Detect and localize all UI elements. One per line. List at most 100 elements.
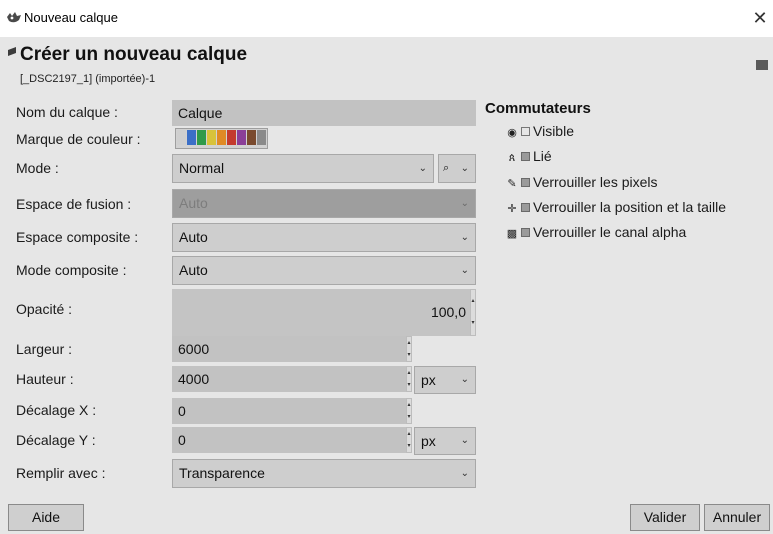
switch-linked[interactable]: ጰ Lié <box>505 148 552 165</box>
spin-up-icon: ▴ <box>407 340 411 346</box>
fill-dropdown[interactable]: Transparence ⌄ <box>172 459 476 488</box>
height-label: Hauteur : <box>16 371 74 387</box>
image-thumbnail <box>756 60 768 70</box>
spin-down-icon: ▾ <box>407 443 411 449</box>
blend-space-label: Espace de fusion : <box>16 196 132 212</box>
width-input[interactable]: 6000 <box>172 336 406 362</box>
ok-button[interactable]: Valider <box>630 504 700 531</box>
mode-group-dropdown[interactable]: ⌕ ⌄ <box>438 154 476 183</box>
opacity-slider[interactable]: 100,0 <box>172 289 470 336</box>
spin-up-icon: ▴ <box>407 370 411 376</box>
blend-space-value: Auto <box>179 195 208 211</box>
spin-down-icon: ▾ <box>471 320 475 326</box>
spin-up-icon: ▴ <box>407 402 411 408</box>
fill-value: Transparence <box>179 465 265 481</box>
composite-space-dropdown[interactable]: Auto ⌄ <box>172 223 476 252</box>
offset-unit-value: px <box>421 433 436 449</box>
composite-mode-dropdown[interactable]: Auto ⌄ <box>172 256 476 285</box>
move-icon: ✛ <box>507 203 517 215</box>
title-bar: Nouveau calque ✕ <box>0 0 773 38</box>
offset-y-input[interactable]: 0 <box>172 427 406 453</box>
spin-up-icon: ▴ <box>471 298 475 304</box>
chevron-down-icon: ⌄ <box>460 198 469 209</box>
offset-x-input[interactable]: 0 <box>172 398 406 424</box>
mode-group-icon: ⌕ <box>443 162 450 174</box>
mode-dropdown[interactable]: Normal ⌄ <box>172 154 434 183</box>
gimp-app-icon <box>7 12 21 23</box>
switches-heading: Commutateurs <box>485 100 591 117</box>
color-swatch-4[interactable] <box>217 130 226 145</box>
chevron-down-icon: ⌄ <box>460 265 469 276</box>
fill-label: Remplir avec : <box>16 465 106 481</box>
switch-label: Lié <box>533 148 552 164</box>
layer-icon <box>8 47 16 56</box>
switch-label: Verrouiller la position et la taille <box>533 199 726 215</box>
offset-unit-dropdown[interactable]: px ⌄ <box>414 427 476 455</box>
size-unit-value: px <box>421 372 436 388</box>
switch-lock-alpha[interactable]: ▩ Verrouiller le canal alpha <box>505 224 687 240</box>
offset-y-label: Décalage Y : <box>16 432 96 448</box>
cancel-button[interactable]: Annuler <box>704 504 770 531</box>
offset-y-spinner[interactable]: ▴ ▾ <box>406 427 412 453</box>
linked-checkbox[interactable] <box>521 152 530 162</box>
switch-lock-pixels[interactable]: ✎ Verrouiller les pixels <box>505 174 658 190</box>
switch-visible[interactable]: ◉ Visible <box>505 123 574 139</box>
window-title: Nouveau calque <box>24 10 118 25</box>
lock-pixels-checkbox[interactable] <box>521 178 530 188</box>
chevron-down-icon: ⌄ <box>460 374 469 385</box>
blend-space-dropdown: Auto ⌄ <box>172 189 476 218</box>
color-swatch-7[interactable] <box>247 130 256 145</box>
lock-position-checkbox[interactable] <box>521 203 530 213</box>
color-swatch-3[interactable] <box>207 130 216 145</box>
chevron-down-icon: ⌄ <box>460 232 469 243</box>
visible-checkbox[interactable] <box>521 127 530 137</box>
color-tag-picker[interactable] <box>175 128 268 149</box>
color-swatch-5[interactable] <box>227 130 236 145</box>
width-label: Largeur : <box>16 341 73 357</box>
switch-label: Visible <box>533 123 574 139</box>
spin-down-icon: ▾ <box>407 382 411 388</box>
opacity-spinner[interactable]: ▴ ▾ <box>470 289 476 336</box>
dialog-body: Créer un nouveau calque [_DSC2197_1] (im… <box>0 38 773 534</box>
height-spinner[interactable]: ▴ ▾ <box>406 366 412 392</box>
composite-space-value: Auto <box>179 229 208 245</box>
composite-mode-value: Auto <box>179 262 208 278</box>
composite-mode-label: Mode composite : <box>16 262 127 278</box>
lock-alpha-checkbox[interactable] <box>521 228 530 238</box>
color-swatch-8[interactable] <box>257 130 266 145</box>
opacity-label: Opacité : <box>16 301 73 317</box>
color-swatch-2[interactable] <box>197 130 206 145</box>
mode-label: Mode : <box>16 160 59 176</box>
composite-space-label: Espace composite : <box>16 229 139 245</box>
chevron-down-icon: ⌄ <box>460 435 469 446</box>
layer-name-input[interactable]: Calque <box>172 100 476 126</box>
chevron-down-icon: ⌄ <box>460 163 469 174</box>
offset-x-spinner[interactable]: ▴ ▾ <box>406 398 412 424</box>
color-swatch-1[interactable] <box>187 130 196 145</box>
eye-icon: ◉ <box>507 127 517 139</box>
width-spinner[interactable]: ▴ ▾ <box>406 336 412 362</box>
image-subtitle: [_DSC2197_1] (importée)-1 <box>20 73 156 85</box>
help-button[interactable]: Aide <box>8 504 84 531</box>
switch-lock-position[interactable]: ✛ Verrouiller la position et la taille <box>505 199 726 215</box>
layer-name-label: Nom du calque : <box>16 104 118 120</box>
size-unit-dropdown[interactable]: px ⌄ <box>414 366 476 394</box>
brush-icon: ✎ <box>507 178 517 190</box>
mode-value: Normal <box>179 160 225 176</box>
chain-icon: ጰ <box>508 152 516 164</box>
spin-down-icon: ▾ <box>407 414 411 420</box>
switch-label: Verrouiller le canal alpha <box>533 224 687 240</box>
height-input[interactable]: 4000 <box>172 366 406 392</box>
color-tag-label: Marque de couleur : <box>16 131 141 147</box>
checkerboard-icon: ▩ <box>506 228 518 240</box>
offset-x-label: Décalage X : <box>16 402 97 418</box>
spin-up-icon: ▴ <box>407 431 411 437</box>
switch-label: Verrouiller les pixels <box>533 174 658 190</box>
spin-down-icon: ▾ <box>407 352 411 358</box>
color-swatch-6[interactable] <box>237 130 246 145</box>
chevron-down-icon: ⌄ <box>460 468 469 479</box>
close-icon[interactable]: ✕ <box>752 7 768 29</box>
color-swatch-0[interactable] <box>177 130 186 145</box>
dialog-heading: Créer un nouveau calque <box>20 44 248 65</box>
chevron-down-icon: ⌄ <box>418 163 427 174</box>
